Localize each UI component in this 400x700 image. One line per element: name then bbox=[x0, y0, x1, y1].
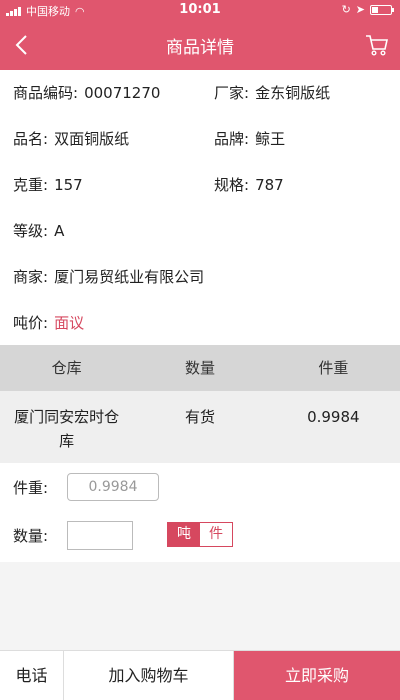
maker-label: 厂家: bbox=[214, 84, 250, 102]
header-quantity: 数量 bbox=[184, 359, 215, 377]
phone-button[interactable]: 电话 bbox=[0, 651, 64, 700]
location-icon: ➤ bbox=[355, 3, 365, 16]
status-right: ↻ ➤ bbox=[341, 3, 394, 16]
maker-value: 金东铜版纸 bbox=[255, 84, 331, 102]
cell-piece-weight: 0.9984 bbox=[307, 408, 360, 426]
page-title: 商品详情 bbox=[166, 38, 234, 58]
table-row[interactable]: 厦门同安宏时仓 库 有货 0.9984 bbox=[0, 391, 400, 463]
grade-value: A bbox=[54, 222, 65, 240]
unit-piece-button[interactable]: 件 bbox=[200, 523, 232, 546]
brand-value: 鲸王 bbox=[255, 130, 286, 148]
product-info: 商品编码: 00071270 厂家: 金东铜版纸 品名: 双面铜版纸 品牌: 鲸王 克重… bbox=[0, 70, 400, 346]
code-label: 商品编码: bbox=[13, 84, 79, 102]
quantity-input[interactable] bbox=[67, 521, 133, 550]
rotation-lock-icon: ↻ bbox=[341, 3, 351, 16]
unit-toggle: 吨 件 bbox=[167, 522, 233, 547]
bottom-action-bar: 电话 加入购物车 立即采购 bbox=[0, 650, 400, 700]
price-value: 面议 bbox=[54, 314, 85, 332]
quantity-label: 数量: bbox=[13, 527, 49, 545]
name-label: 品名: bbox=[13, 130, 49, 148]
status-bar: 中国移动 ◠ 10:01 ↻ ➤ bbox=[0, 0, 400, 20]
name-value: 双面铜版纸 bbox=[54, 130, 130, 148]
weight-value: 157 bbox=[54, 176, 83, 194]
info-row-code: 商品编码: 00071270 厂家: 金东铜版纸 bbox=[0, 70, 400, 116]
spec-label: 规格: bbox=[214, 176, 250, 194]
header-piece-weight: 件重 bbox=[318, 359, 349, 377]
info-row-weight: 克重: 157 规格: 787 bbox=[0, 162, 400, 208]
unit-ton-button[interactable]: 吨 bbox=[168, 523, 200, 546]
info-row-grade: 等级: A bbox=[0, 208, 400, 254]
battery-icon bbox=[370, 4, 394, 15]
info-row-name: 品名: 双面铜版纸 品牌: 鲸王 bbox=[0, 116, 400, 162]
add-to-cart-button[interactable]: 加入购物车 bbox=[64, 651, 234, 700]
spec-value: 787 bbox=[255, 176, 284, 194]
status-time: 10:01 bbox=[179, 2, 221, 17]
brand-label: 品牌: bbox=[214, 130, 250, 148]
info-row-merchant: 商家: 厦门易贸纸业有限公司 bbox=[0, 254, 400, 300]
piece-weight-field[interactable] bbox=[67, 473, 159, 501]
price-label: 吨价: bbox=[13, 314, 49, 332]
warehouse-line1: 厦门同安宏时仓 bbox=[14, 408, 120, 426]
piece-weight-label: 件重: bbox=[13, 479, 49, 497]
shopping-cart-icon[interactable] bbox=[364, 32, 390, 58]
grade-label: 等级: bbox=[13, 222, 49, 240]
nav-bar: 商品详情 bbox=[0, 20, 400, 70]
cell-quantity: 有货 bbox=[184, 408, 215, 426]
code-value: 00071270 bbox=[84, 84, 161, 102]
merchant-value: 厦门易贸纸业有限公司 bbox=[54, 268, 205, 286]
piece-weight-row: 件重: bbox=[0, 463, 400, 511]
quantity-row: 数量: 吨 件 bbox=[0, 511, 400, 559]
stock-table: 仓库 数量 件重 厦门同安宏时仓 库 有货 0.9984 bbox=[0, 345, 400, 463]
cell-warehouse: 厦门同安宏时仓 库 bbox=[0, 391, 133, 463]
header-warehouse: 仓库 bbox=[51, 359, 82, 377]
info-row-price: 吨价: 面议 bbox=[0, 300, 400, 346]
empty-area bbox=[0, 562, 400, 650]
warehouse-line2: 库 bbox=[59, 432, 75, 450]
buy-now-button[interactable]: 立即采购 bbox=[234, 651, 400, 700]
weight-label: 克重: bbox=[13, 176, 49, 194]
table-header: 仓库 数量 件重 bbox=[0, 345, 400, 391]
order-form: 件重: 数量: 吨 件 bbox=[0, 463, 400, 559]
merchant-label: 商家: bbox=[13, 268, 49, 286]
